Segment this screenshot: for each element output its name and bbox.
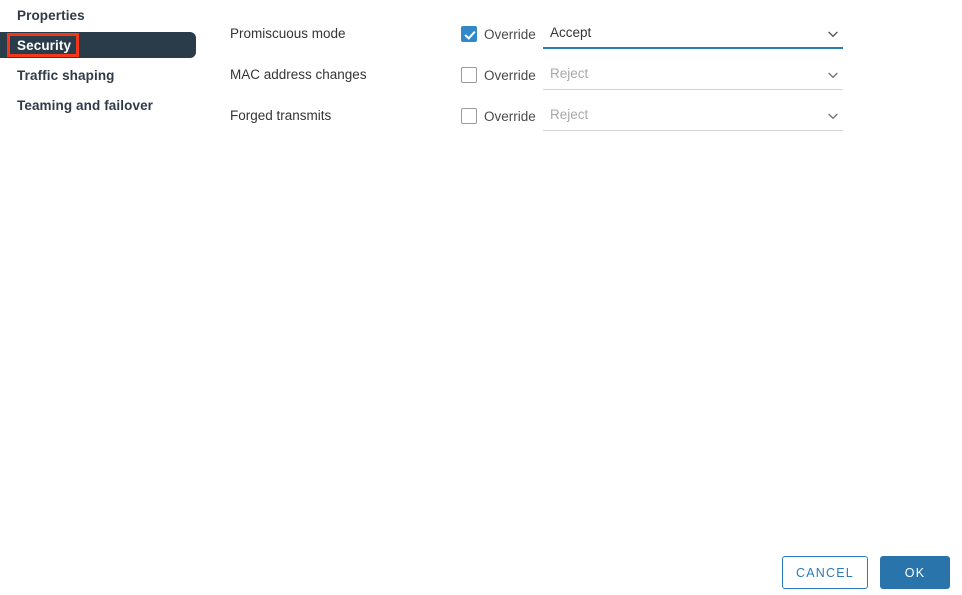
override-label[interactable]: Override [484,27,536,42]
override-checkbox-mac-address-changes[interactable] [461,67,477,83]
ok-button[interactable]: OK [880,556,950,589]
chevron-down-icon [827,110,839,122]
override-group: Override [461,60,536,90]
select-value: Reject [550,101,588,129]
override-label[interactable]: Override [484,68,536,83]
override-checkbox-forged-transmits[interactable] [461,108,477,124]
sidebar-item-traffic-shaping[interactable]: Traffic shaping [0,62,196,88]
form-row-forged-transmits: Forged transmits Override Reject [230,101,950,131]
sidebar-item-label: Teaming and failover [17,98,153,113]
chevron-down-icon [827,28,839,40]
chevron-down-icon [827,69,839,81]
setting-label: MAC address changes [230,60,367,90]
select-value: Accept [550,19,591,47]
setting-label: Promiscuous mode [230,19,346,49]
override-group: Override [461,101,536,131]
sidebar-item-label: Traffic shaping [17,68,115,83]
forged-transmits-select[interactable]: Reject [543,101,843,131]
mac-address-changes-select[interactable]: Reject [543,60,843,90]
dialog-footer: CANCEL OK [0,556,962,595]
override-label[interactable]: Override [484,109,536,124]
cancel-button[interactable]: CANCEL [782,556,868,589]
sidebar-item-security[interactable]: Security [0,32,196,58]
promiscuous-mode-select[interactable]: Accept [543,19,843,49]
security-settings-form: Promiscuous mode Override Accept MAC add… [230,0,950,595]
setting-label: Forged transmits [230,101,331,131]
form-row-mac-address-changes: MAC address changes Override Reject [230,60,950,90]
sidebar-item-label: Properties [17,8,85,23]
sidebar-item-teaming-and-failover[interactable]: Teaming and failover [0,92,196,118]
select-value: Reject [550,60,588,88]
sidebar-item-label: Security [17,38,71,53]
override-checkbox-promiscuous-mode[interactable] [461,26,477,42]
settings-sidebar: Properties Security Traffic shaping Team… [0,0,210,595]
sidebar-item-properties[interactable]: Properties [0,2,196,28]
form-row-promiscuous-mode: Promiscuous mode Override Accept [230,19,950,49]
override-group: Override [461,19,536,49]
